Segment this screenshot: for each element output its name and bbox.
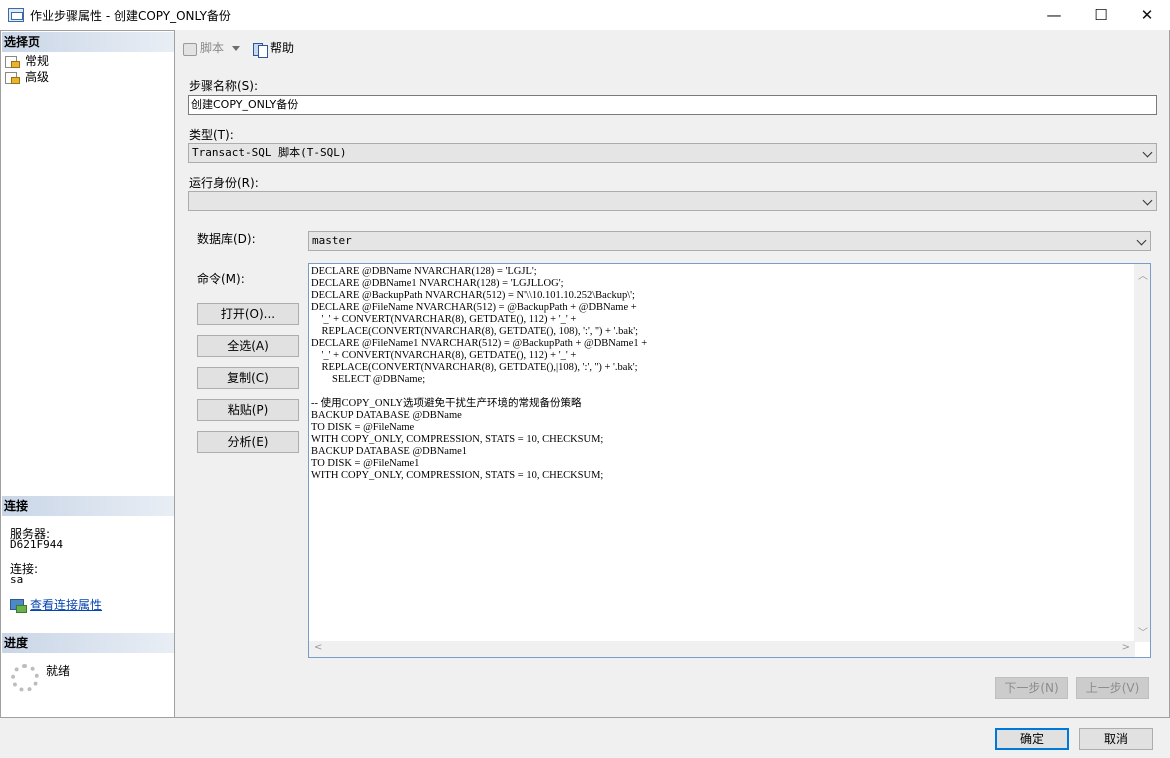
server-value: D621F944: [10, 538, 63, 551]
progress-spinner-icon: [11, 664, 39, 692]
maximize-button[interactable]: ☐: [1078, 0, 1124, 30]
open-button[interactable]: 打开(O)...: [197, 303, 299, 325]
progress-status: 就绪: [46, 664, 71, 678]
script-label: 脚本: [200, 41, 225, 55]
database-select-value: master: [312, 234, 352, 247]
chevron-down-icon: [1142, 147, 1153, 158]
view-connection-properties-text[interactable]: 查看连接属性: [30, 598, 102, 612]
type-label: 类型(T):: [189, 128, 234, 142]
page-item-label: 高级: [25, 70, 50, 84]
page-item-advanced[interactable]: 高级: [5, 69, 49, 85]
help-button[interactable]: 帮助: [252, 39, 295, 58]
next-step-button[interactable]: 下一步(N): [995, 677, 1068, 699]
page-item-general[interactable]: 常规: [5, 53, 49, 69]
close-button[interactable]: ✕: [1124, 0, 1170, 30]
page-settings-icon: [5, 55, 21, 68]
right-pane: 脚本 帮助 步骤名称(S): 创建COPY_ONLY备份 类型(T): Tran…: [175, 30, 1170, 718]
toolbar: 脚本 帮助: [175, 30, 1169, 64]
window-title: 作业步骤属性 - 创建COPY_ONLY备份: [30, 9, 231, 23]
script-button[interactable]: 脚本: [182, 39, 241, 56]
connection-properties-icon: [10, 598, 27, 613]
run-as-select[interactable]: [188, 191, 1157, 211]
scroll-right-icon[interactable]: >: [1122, 642, 1130, 653]
run-as-label: 运行身份(R):: [189, 176, 259, 190]
page-settings-icon: [5, 71, 21, 84]
left-pane: 选择页 常规 高级 连接 服务器: D621F944 连接: sa 查看连接属性…: [0, 30, 175, 718]
horizontal-scrollbar[interactable]: < >: [309, 641, 1135, 657]
scroll-left-icon[interactable]: <: [314, 642, 322, 653]
chevron-down-icon[interactable]: [232, 46, 241, 51]
help-icon: [252, 42, 268, 58]
chevron-down-icon: [1136, 235, 1147, 246]
app-icon: [8, 8, 24, 22]
connection-value: sa: [10, 573, 24, 586]
step-name-label: 步骤名称(S):: [189, 79, 259, 93]
connection-header: 连接: [2, 496, 174, 516]
cancel-button[interactable]: 取消: [1079, 728, 1153, 750]
type-select[interactable]: Transact-SQL 脚本(T-SQL): [188, 143, 1157, 163]
select-all-button[interactable]: 全选(A): [197, 335, 299, 357]
paste-button[interactable]: 粘贴(P): [197, 399, 299, 421]
page-item-label: 常规: [25, 54, 50, 68]
minimize-button[interactable]: —: [1031, 0, 1077, 30]
command-label: 命令(M):: [197, 272, 245, 286]
scroll-down-icon[interactable]: ﹀: [1138, 624, 1148, 639]
help-label: 帮助: [270, 41, 295, 55]
script-icon: [182, 42, 198, 56]
database-select[interactable]: master: [308, 231, 1151, 251]
view-connection-properties-link[interactable]: 查看连接属性: [10, 596, 102, 613]
copy-button[interactable]: 复制(C): [197, 367, 299, 389]
progress-header: 进度: [2, 633, 174, 653]
vertical-scrollbar[interactable]: ︿ ﹀: [1134, 264, 1150, 642]
previous-step-button[interactable]: 上一步(V): [1076, 677, 1149, 699]
command-text[interactable]: DECLARE @DBName NVARCHAR(128) = 'LGJL'; …: [311, 266, 647, 482]
parse-button[interactable]: 分析(E): [197, 431, 299, 453]
select-page-header: 选择页: [2, 32, 174, 52]
ok-button[interactable]: 确定: [995, 728, 1069, 750]
step-name-input[interactable]: 创建COPY_ONLY备份: [188, 95, 1157, 115]
database-label: 数据库(D):: [197, 232, 256, 246]
scroll-up-icon[interactable]: ︿: [1138, 267, 1148, 282]
title-bar: 作业步骤属性 - 创建COPY_ONLY备份 — ☐ ✕: [0, 0, 1170, 30]
chevron-down-icon: [1142, 195, 1153, 206]
type-select-value: Transact-SQL 脚本(T-SQL): [192, 146, 347, 159]
command-editor[interactable]: DECLARE @DBName NVARCHAR(128) = 'LGJL'; …: [308, 263, 1151, 658]
